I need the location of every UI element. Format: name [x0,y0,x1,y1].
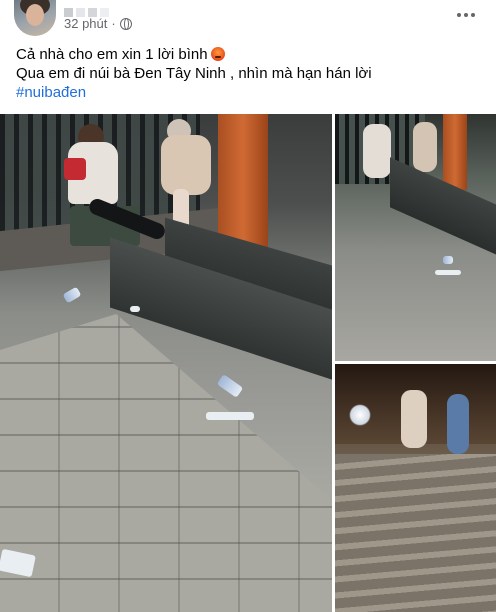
post-line-1: Cả nhà cho em xin 1 lời bình [16,45,486,64]
post-line-2: Qua em đi núi bà Đen Tây Ninh , nhìn mà … [16,65,372,82]
meta-separator: · [111,16,116,31]
light-glare [349,404,371,426]
person-sitting [413,122,437,172]
author-name-redacted [64,4,116,17]
post-timestamp[interactable]: 32 phút [64,16,107,31]
more-dot-icon [464,13,468,17]
post-text: Cả nhà cho em xin 1 lời bình Qua em đi n… [16,45,486,102]
person-sitting [155,119,215,239]
photo-top-right[interactable] [335,114,496,361]
person-sitting [60,124,168,254]
more-options-button[interactable] [454,6,478,24]
angry-face-icon [210,47,225,61]
red-pillar [443,114,467,190]
litter-paper [206,412,254,420]
person-sitting [363,124,391,178]
litter-bottle [62,286,82,304]
stone-stairs [335,454,496,612]
post-meta: 32 phút · [64,16,132,31]
globe-icon[interactable] [119,17,132,30]
red-pillar [218,114,268,254]
person-walking [401,390,427,448]
more-dot-icon [471,13,475,17]
post-line-1-text: Cả nhà cho em xin 1 lời bình [16,46,208,63]
red-bag [64,158,86,180]
litter-paper [435,270,461,275]
litter-paper [130,306,140,312]
author-avatar[interactable] [14,0,56,36]
photo-bottom-right[interactable] [335,364,496,612]
post-header: 32 phút · [0,0,496,40]
litter-bottle [216,374,244,398]
person-walking [447,394,469,454]
litter-bottle [443,256,453,264]
photo-grid [0,114,496,612]
more-dot-icon [457,13,461,17]
hashtag-link[interactable]: #nuibađen [16,84,86,101]
photo-main[interactable] [0,114,332,612]
avatar-face [26,4,44,26]
